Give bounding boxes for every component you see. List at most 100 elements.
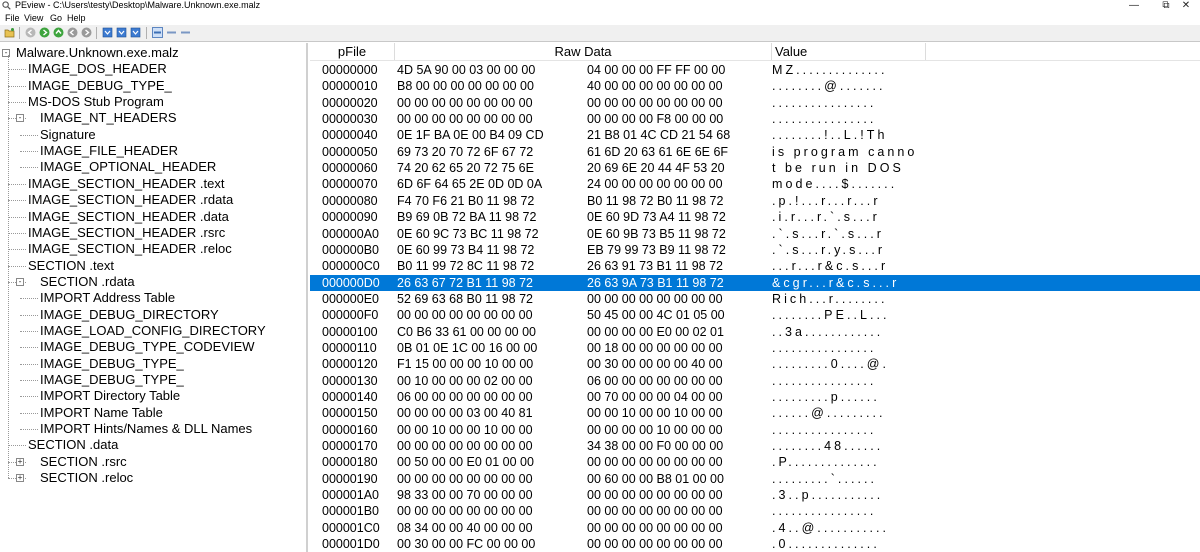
table-row[interactable]: 00000160 00 00 10 00 00 10 00 00 00 00 00 … [310, 422, 1200, 438]
byte-view-icon[interactable] [152, 27, 163, 38]
tree-item[interactable]: - IMAGE_NT_HEADERS [0, 110, 306, 126]
tree-item-label: MS-DOS Stub Program [28, 94, 164, 110]
tree-item[interactable]: IMAGE_OPTIONAL_HEADER [0, 159, 306, 175]
tree-item[interactable]: IMAGE_SECTION_HEADER .data [0, 209, 306, 225]
back-icon[interactable] [25, 27, 36, 38]
raw-data-cell: F4 70 F6 21 B0 11 98 72 [397, 193, 535, 208]
tree-connector [8, 265, 26, 267]
table-row[interactable]: 00000050 69 73 20 70 72 6F 67 72 61 6D 20 … [310, 144, 1200, 160]
collapse-icon[interactable]: - [16, 114, 24, 123]
forward-icon[interactable] [39, 27, 50, 38]
table-row[interactable]: 000000A0 0E 60 9C 73 BC 11 98 72 0E 60 9B … [310, 226, 1200, 242]
app-magnifier-icon [2, 1, 11, 10]
value-cell: .........p...... [772, 390, 880, 404]
tree-item[interactable]: IMAGE_SECTION_HEADER .reloc [0, 241, 306, 257]
table-row[interactable]: 00000060 74 20 62 65 20 72 75 6E 20 69 6E … [310, 160, 1200, 176]
raw-data-cell: 34 38 00 00 F0 00 00 00 [587, 439, 724, 454]
table-row[interactable]: 00000170 00 00 00 00 00 00 00 00 34 38 00 … [310, 438, 1200, 454]
tree-item[interactable]: IMAGE_DEBUG_TYPE_ [0, 372, 306, 388]
raw-data-cell: 21 B8 01 4C CD 21 54 68 [587, 128, 731, 143]
table-row[interactable]: 00000010 B8 00 00 00 00 00 00 00 40 00 00 … [310, 78, 1200, 94]
table-row[interactable]: 00000020 00 00 00 00 00 00 00 00 00 00 00 … [310, 95, 1200, 111]
table-row[interactable]: 00000100 C0 B6 33 61 00 00 00 00 00 00 00 … [310, 324, 1200, 340]
table-row[interactable]: 000000B0 0E 60 99 73 B4 11 98 72 EB 79 99 … [310, 242, 1200, 258]
tree-item[interactable]: IMAGE_FILE_HEADER [0, 143, 306, 159]
table-row[interactable]: 00000080 F4 70 F6 21 B0 11 98 72 B0 11 98 … [310, 193, 1200, 209]
open-icon[interactable] [4, 27, 15, 38]
tree-item[interactable]: MS-DOS Stub Program [0, 94, 306, 110]
menu-file[interactable]: File [5, 12, 20, 24]
table-row[interactable]: 000001B0 00 00 00 00 00 00 00 00 00 00 00 … [310, 503, 1200, 519]
tree-item[interactable]: + SECTION .reloc [0, 470, 306, 486]
tree-item[interactable]: IMAGE_SECTION_HEADER .rsrc [0, 225, 306, 241]
menu-view[interactable]: View [24, 12, 43, 24]
tree-item-label: IMAGE_DEBUG_TYPE_ [28, 77, 172, 93]
value-cell: t be run in DOS [772, 161, 904, 176]
table-row[interactable]: 00000130 00 10 00 00 00 02 00 00 06 00 00 … [310, 373, 1200, 389]
tree-item[interactable]: - SECTION .rdata [0, 274, 306, 290]
up-icon[interactable] [53, 27, 64, 38]
close-button[interactable]: ✕ [1172, 0, 1200, 12]
tree-item[interactable]: IMPORT Hints/Names & DLL Names [0, 421, 306, 437]
table-row[interactable]: 00000090 B9 69 0B 72 BA 11 98 72 0E 60 9D … [310, 209, 1200, 225]
table-row[interactable]: 00000120 F1 15 00 00 00 10 00 00 00 30 00 … [310, 356, 1200, 372]
table-row[interactable]: 00000190 00 00 00 00 00 00 00 00 00 60 00 … [310, 471, 1200, 487]
tree-connector [8, 216, 26, 218]
table-row[interactable]: 00000140 06 00 00 00 00 00 00 00 00 70 00 … [310, 389, 1200, 405]
tree-item[interactable]: IMPORT Name Table [0, 405, 306, 421]
table-row[interactable]: 00000070 6D 6F 64 65 2E 0D 0D 0A 24 00 00 … [310, 176, 1200, 192]
menu-help[interactable]: Help [67, 12, 86, 24]
tree-item[interactable]: IMPORT Directory Table [0, 388, 306, 404]
tree-item[interactable]: IMAGE_DEBUG_TYPE_ [0, 356, 306, 372]
table-row[interactable]: 00000180 00 50 00 00 E0 01 00 00 00 00 00 … [310, 454, 1200, 470]
expand-icon[interactable]: + [16, 457, 24, 466]
table-row[interactable]: 00000040 0E 1F BA 0E 00 B4 09 CD 21 B8 01 … [310, 127, 1200, 143]
next-icon[interactable] [81, 27, 92, 38]
table-row[interactable]: 00000030 00 00 00 00 00 00 00 00 00 00 00 … [310, 111, 1200, 127]
tree-item[interactable]: Signature [0, 127, 306, 143]
tree-item[interactable]: SECTION .data [0, 437, 306, 453]
offset-cell: 000000F0 [322, 308, 379, 323]
tree-item[interactable]: IMAGE_DEBUG_TYPE_CODEVIEW [0, 339, 306, 355]
tree-item[interactable]: - Malware.Unknown.exe.malz [0, 45, 306, 61]
tree-item[interactable]: IMAGE_LOAD_CONFIG_DIRECTORY [0, 323, 306, 339]
tree-item[interactable]: IMAGE_DOS_HEADER [0, 61, 306, 77]
prev-icon[interactable] [67, 27, 78, 38]
export2-icon[interactable] [130, 27, 141, 38]
offset-cell: 000001A0 [322, 488, 380, 503]
table-row[interactable]: 00000150 00 00 00 00 03 00 40 81 00 00 10 … [310, 405, 1200, 421]
raw-data-cell: B0 11 99 72 8C 11 98 72 [397, 259, 535, 274]
table-row[interactable]: 000000F0 00 00 00 00 00 00 00 00 50 45 00 … [310, 307, 1200, 323]
dword-view-icon[interactable] [180, 27, 191, 38]
column-header-raw-data[interactable]: Raw Data [395, 43, 772, 60]
table-row[interactable]: 000001C0 08 34 00 00 40 00 00 00 00 00 00 … [310, 520, 1200, 536]
export-icon[interactable] [116, 27, 127, 38]
table-row[interactable]: 000001D0 00 30 00 00 FC 00 00 00 00 00 00 … [310, 536, 1200, 552]
table-row[interactable]: 000001A0 98 33 00 00 70 00 00 00 00 00 00 … [310, 487, 1200, 503]
tree-item[interactable]: IMPORT Address Table [0, 290, 306, 306]
column-header-value[interactable]: Value [772, 43, 926, 60]
expand-icon[interactable]: + [16, 474, 24, 483]
raw-data-cell: 00 00 00 00 00 00 00 00 [397, 95, 533, 110]
tree-item[interactable]: + SECTION .rsrc [0, 454, 306, 470]
tree-item[interactable]: IMAGE_DEBUG_DIRECTORY [0, 307, 306, 323]
menu-go[interactable]: Go [50, 12, 62, 24]
minimize-button[interactable]: — [1118, 0, 1150, 12]
table-row[interactable]: 000000E0 52 69 63 68 B0 11 98 72 00 00 00 … [310, 291, 1200, 307]
tree-connector [20, 396, 38, 398]
table-row[interactable]: 000000C0 B0 11 99 72 8C 11 98 72 26 63 91 … [310, 258, 1200, 274]
column-header-pfile[interactable]: pFile [310, 43, 395, 60]
table-row[interactable]: 000000D0 26 63 67 72 B1 11 98 72 26 63 9A … [310, 274, 1200, 291]
tree-item[interactable]: SECTION .text [0, 258, 306, 274]
collapse-icon[interactable]: - [16, 277, 24, 286]
word-view-icon[interactable] [166, 27, 177, 38]
table-row[interactable]: 00000110 0B 01 0E 1C 00 16 00 00 00 18 00 … [310, 340, 1200, 356]
tree-item[interactable]: IMAGE_SECTION_HEADER .rdata [0, 192, 306, 208]
tree-item[interactable]: IMAGE_DEBUG_TYPE_ [0, 78, 306, 94]
value-cell: .4..@........... [772, 520, 890, 535]
table-row[interactable]: 00000000 4D 5A 90 00 03 00 00 00 04 00 00 … [310, 62, 1200, 78]
tree-item[interactable]: IMAGE_SECTION_HEADER .text [0, 176, 306, 192]
raw-data-cell: 52 69 63 68 B0 11 98 72 [397, 291, 533, 306]
save-icon[interactable] [102, 27, 113, 38]
raw-data-cell: B8 00 00 00 00 00 00 00 [397, 79, 534, 94]
